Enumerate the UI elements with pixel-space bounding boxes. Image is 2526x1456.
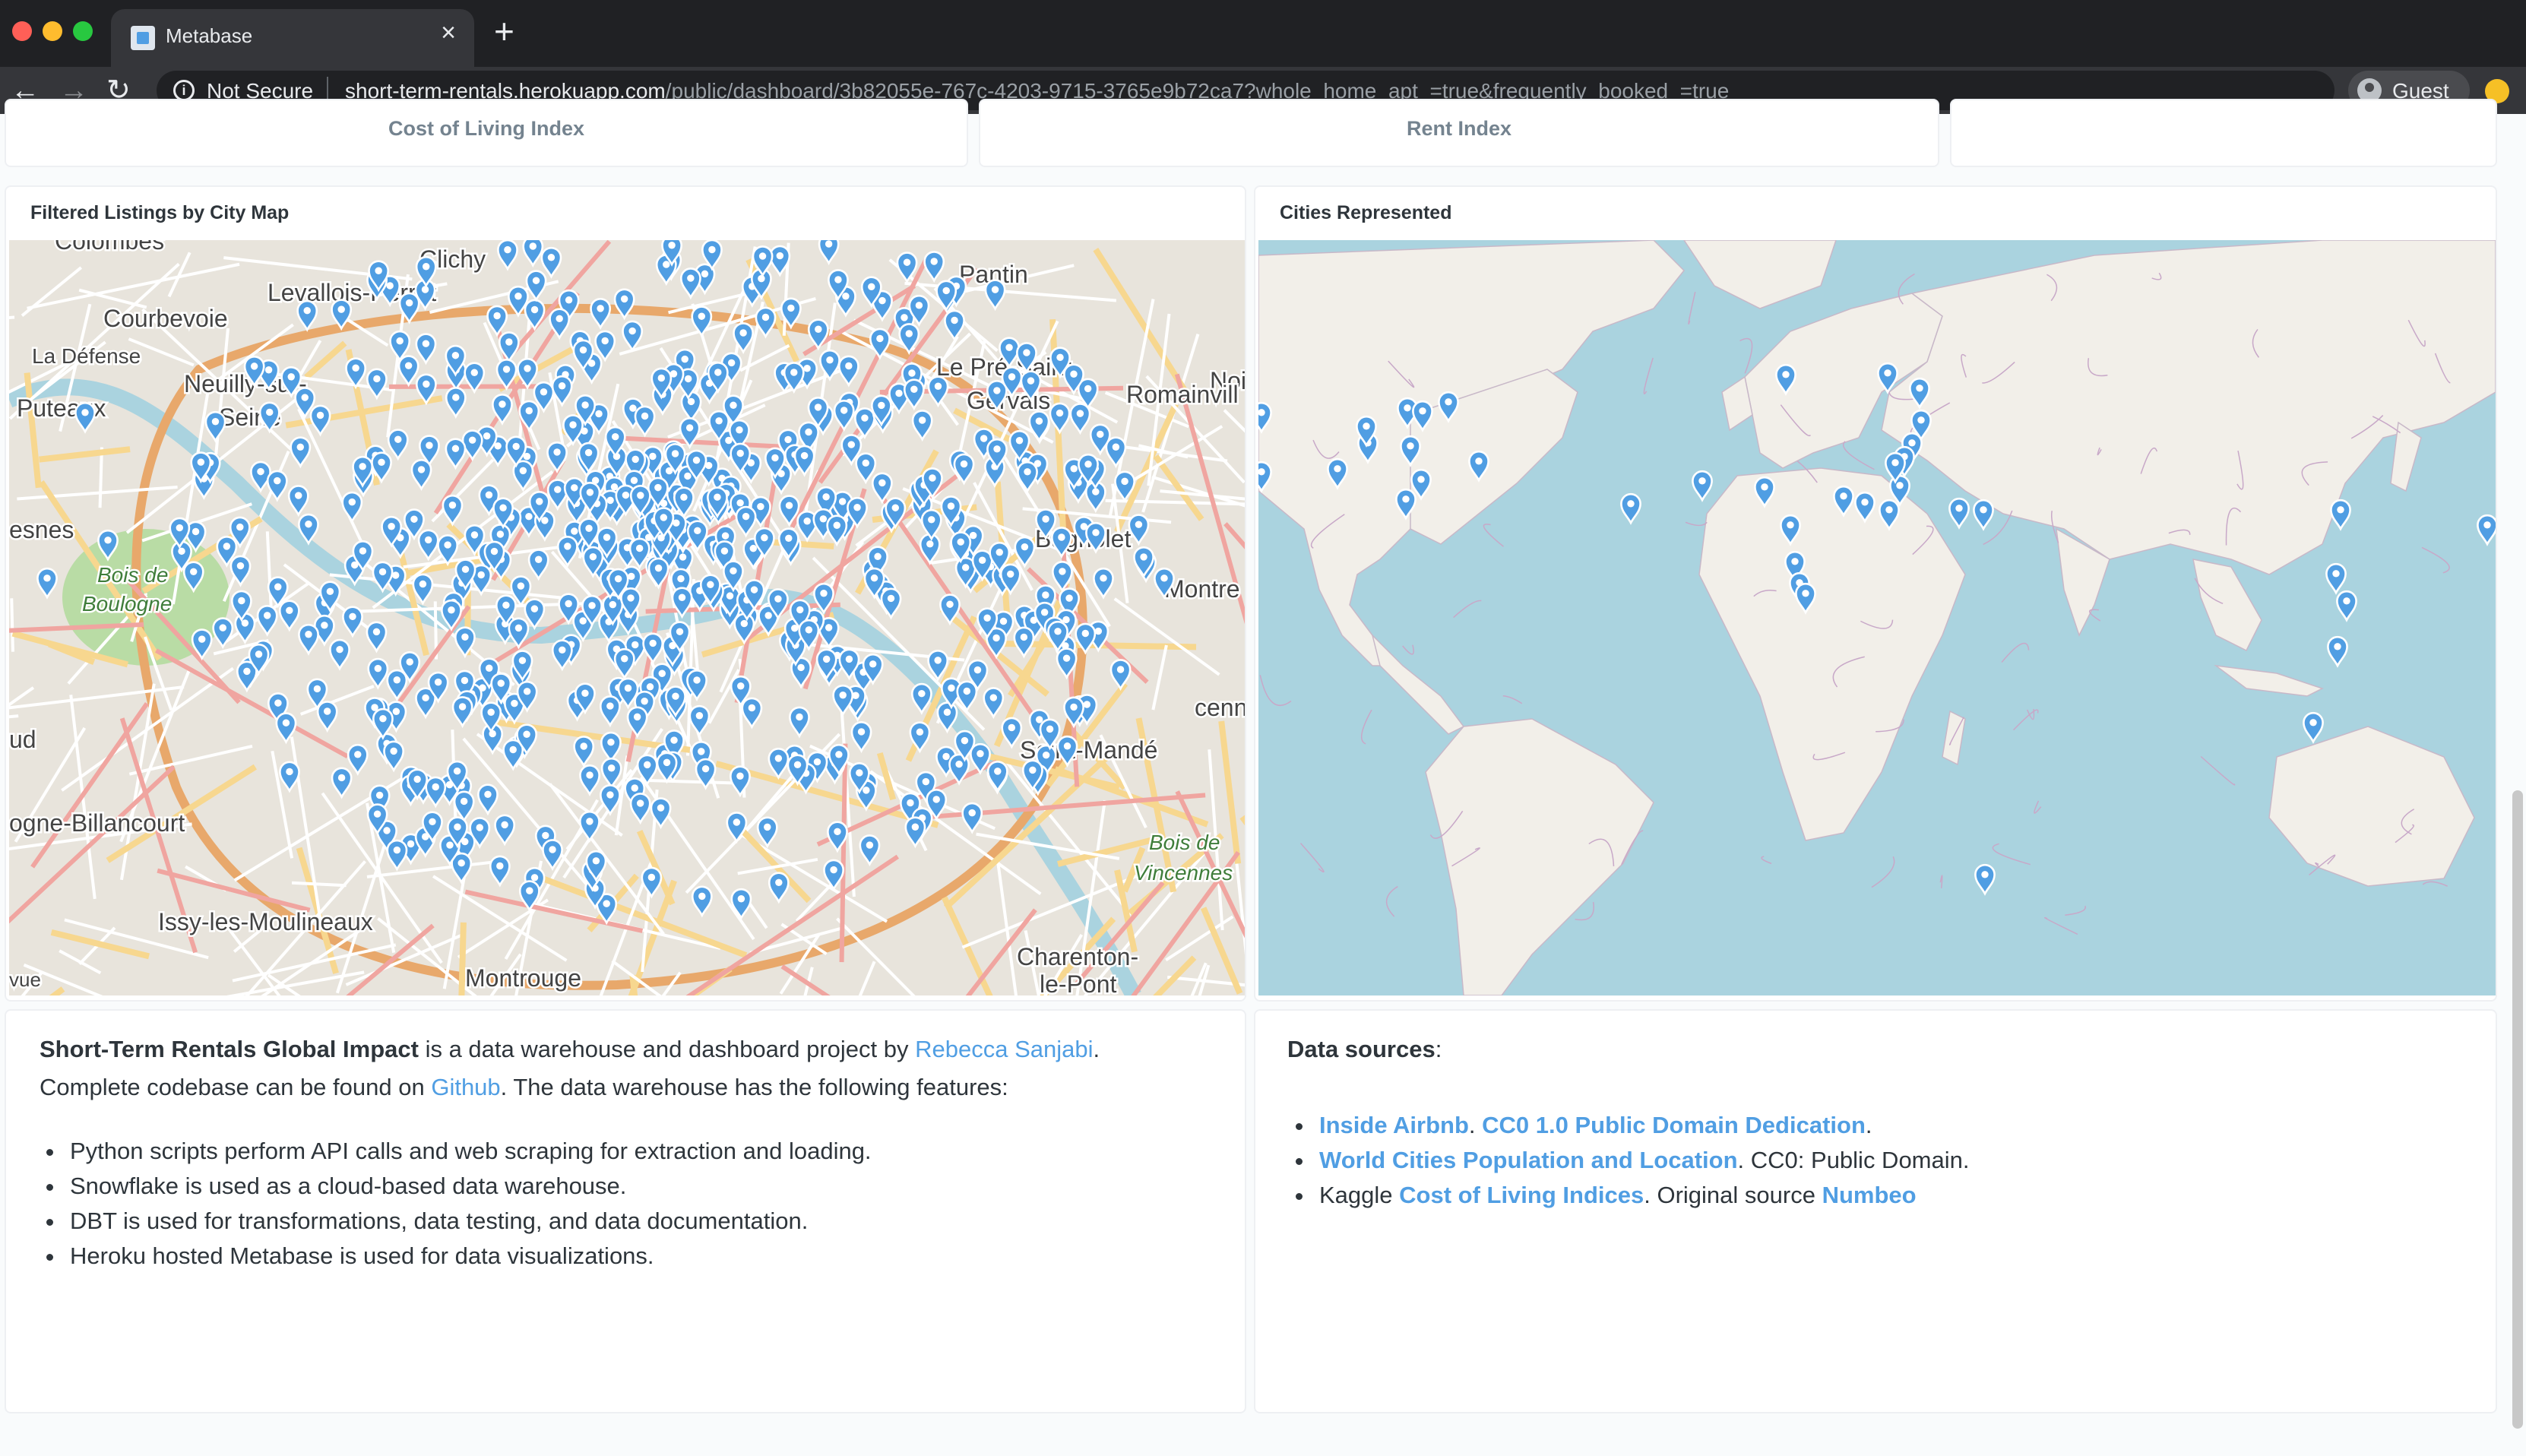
- card-title: Cities Represented: [1280, 202, 1452, 223]
- data-sources-card: Data sources: Inside Airbnb. CC0 1.0 Pub…: [1254, 1009, 2497, 1413]
- cost-of-living-card[interactable]: Cost of Living Index: [5, 99, 968, 167]
- sep: .: [1468, 1112, 1483, 1138]
- sep: .: [1865, 1112, 1872, 1138]
- colon: :: [1435, 1036, 1442, 1062]
- scrollbar[interactable]: [2512, 790, 2523, 1429]
- label-esnes: esnes: [9, 516, 74, 543]
- rent-index-card[interactable]: Rent Index: [979, 99, 1939, 167]
- inside-airbnb-link[interactable]: Inside Airbnb: [1319, 1112, 1469, 1138]
- sources-list: Inside Airbnb. CC0 1.0 Public Domain Ded…: [1315, 1108, 1970, 1213]
- label-montreuil: Montre: [1164, 575, 1240, 603]
- numbeo-link[interactable]: Numbeo: [1822, 1182, 1917, 1208]
- data-sources-heading: Data sources:: [1287, 1030, 1442, 1068]
- label-vue: vue: [9, 968, 41, 991]
- label-billancourt: ogne-Billancourt: [9, 809, 185, 837]
- list-item: Kaggle Cost of Living Indices. Original …: [1315, 1178, 1970, 1213]
- dashboard: Cost of Living Index Rent Index Filtered…: [0, 99, 2526, 1456]
- github-link[interactable]: Github: [431, 1074, 500, 1100]
- label-bois-de: Bois de: [97, 563, 168, 587]
- data-sources-title: Data sources: [1287, 1036, 1436, 1062]
- label-charenton: Charenton-: [1017, 943, 1138, 970]
- metabase-favicon-icon: [131, 26, 155, 50]
- project-name: Short-Term Rentals Global Impact: [40, 1036, 419, 1062]
- label-romainville: Romainvill: [1126, 381, 1239, 408]
- author-link[interactable]: Rebecca Sanjabi: [915, 1036, 1093, 1062]
- paris-map-canvas[interactable]: Colombes Clichy Pantin Courbevoie Levall…: [9, 240, 1245, 995]
- list-item: World Cities Population and Location. CC…: [1315, 1143, 1970, 1178]
- card-title: Cost of Living Index: [388, 117, 584, 140]
- info-icon[interactable]: i: [173, 80, 195, 101]
- label-courbevoie: Courbevoie: [103, 305, 228, 332]
- filtered-listings-map-card[interactable]: Filtered Listings by City Map Colombes C…: [5, 185, 1246, 1002]
- list-item: Python scripts perform API calls and web…: [65, 1134, 872, 1169]
- label-le-pont: le-Pont: [1040, 970, 1117, 995]
- cities-represented-card[interactable]: Cities Represented: [1254, 185, 2497, 1002]
- label-montrouge: Montrouge: [465, 964, 581, 992]
- sep: . CC0: Public Domain.: [1737, 1147, 1970, 1173]
- features-list: Python scripts perform API calls and web…: [65, 1134, 872, 1274]
- zoom-window-button[interactable]: [73, 21, 93, 41]
- world-cities-link[interactable]: World Cities Population and Location: [1319, 1147, 1738, 1173]
- about-text-card: Short-Term Rentals Global Impact is a da…: [5, 1009, 1246, 1413]
- new-tab-button[interactable]: +: [494, 14, 514, 49]
- scalar-card-3[interactable]: [1950, 99, 2497, 167]
- label-ud: ud: [9, 726, 36, 753]
- cc0-license-link[interactable]: CC0 1.0 Public Domain Dedication: [1482, 1112, 1866, 1138]
- tab-close-icon[interactable]: ×: [441, 20, 456, 46]
- list-item: Snowflake is used as a cloud-based data …: [65, 1169, 872, 1204]
- list-item: Inside Airbnb. CC0 1.0 Public Domain Ded…: [1315, 1108, 1970, 1143]
- card-title: Rent Index: [1406, 117, 1512, 140]
- about-end: . The data warehouse has the following f…: [500, 1074, 1008, 1100]
- label-issy: Issy-les-Moulineaux: [158, 908, 373, 935]
- label-boulogne: Boulogne: [82, 592, 172, 616]
- browser-tab[interactable]: Metabase ×: [111, 9, 474, 67]
- label-vincennes: Vincennes: [1134, 861, 1233, 885]
- cost-of-living-link[interactable]: Cost of Living Indices: [1399, 1182, 1644, 1208]
- label-bois-de-v: Bois de: [1149, 831, 1220, 854]
- world-map-canvas[interactable]: [1258, 240, 2496, 995]
- minimize-window-button[interactable]: [43, 21, 62, 41]
- browser-tab-bar: Metabase × +: [0, 0, 2526, 67]
- tab-title: Metabase: [166, 24, 253, 47]
- paris-map[interactable]: Colombes Clichy Pantin Courbevoie Levall…: [9, 240, 1245, 995]
- sep: . Original source: [1644, 1182, 1822, 1208]
- label-colombes: Colombes: [55, 240, 164, 255]
- kaggle-label: Kaggle: [1319, 1182, 1400, 1208]
- card-title: Filtered Listings by City Map: [30, 202, 290, 223]
- about-paragraph: Short-Term Rentals Global Impact is a da…: [40, 1030, 1199, 1106]
- close-window-button[interactable]: [12, 21, 32, 41]
- list-item: Heroku hosted Metabase is used for data …: [65, 1239, 872, 1274]
- list-item: DBT is used for transformations, data te…: [65, 1204, 872, 1239]
- label-la-defense: La Défense: [32, 344, 141, 368]
- about-intro: is a data warehouse and dashboard projec…: [418, 1036, 916, 1062]
- world-map[interactable]: [1258, 240, 2496, 995]
- label-vincennes-edge: cenn: [1195, 694, 1245, 721]
